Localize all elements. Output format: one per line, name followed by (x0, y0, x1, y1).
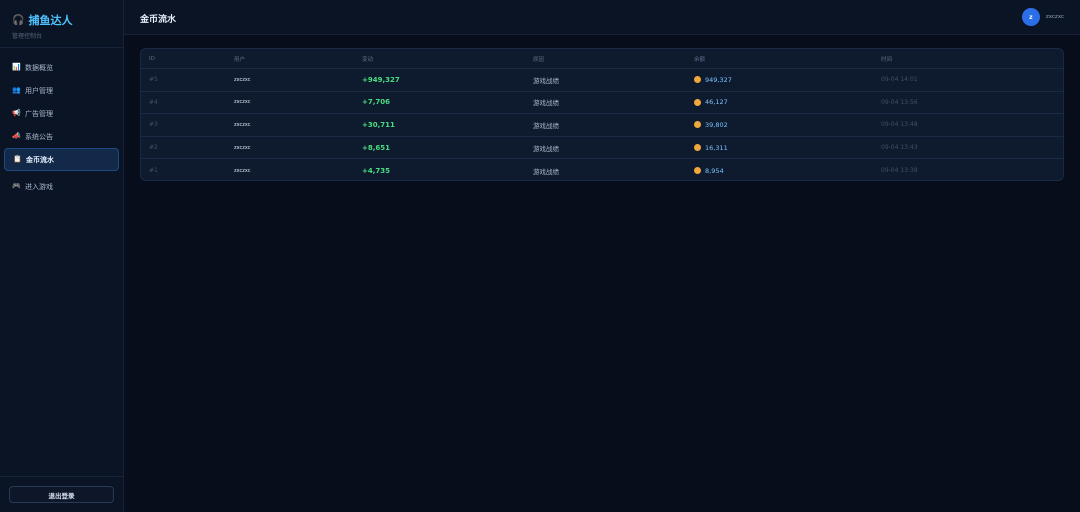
sidebar-item-label: 用户管理 (25, 86, 53, 95)
row-balance: 39,802 (694, 114, 728, 136)
sidebar-item-label: 广告管理 (25, 109, 53, 118)
sidebar-item-coin-ledger[interactable]: 📋 金币流水 (4, 148, 119, 171)
row-balance: 16,311 (694, 137, 728, 159)
table-row: #2 zxczxc +8,651 游戏战绩 16,311 09-04 13:43 (141, 137, 1063, 160)
row-change: +7,706 (362, 98, 391, 107)
sidebar-item-announcements[interactable]: 📣 系统公告 (4, 125, 119, 148)
column-header-change: 变动 (362, 56, 374, 63)
coin-icon (694, 98, 701, 106)
coin-icon (694, 76, 701, 84)
row-balance: 46,127 (694, 92, 728, 114)
row-reason: 游戏战绩 (533, 121, 559, 130)
sidebar-item-users[interactable]: 👥 用户管理 (4, 79, 119, 102)
row-time: 09-04 13:43 (881, 144, 918, 152)
column-header-reason: 原因 (533, 56, 545, 63)
announcement-icon: 📣 (12, 132, 21, 140)
app-subtitle: 管理控制台 (12, 33, 43, 40)
table-header: ID 用户 变动 原因 余额 时间 (141, 49, 1063, 69)
column-header-id: ID (149, 55, 155, 62)
column-header-balance: 余额 (694, 56, 706, 63)
table-row: #1 zxczxc +4,735 游戏战绩 8,954 09-04 13:38 (141, 159, 1063, 180)
sidebar-item-label: 金币流水 (26, 155, 54, 164)
table-row: #4 zxczxc +7,706 游戏战绩 46,127 09-04 13:56 (141, 92, 1063, 115)
coin-ledger-table: ID 用户 变动 原因 余额 时间 #5 zxczxc +949,327 游戏战… (140, 48, 1064, 181)
row-reason: 游戏战绩 (533, 99, 559, 108)
row-time: 09-04 14:01 (881, 76, 918, 84)
row-time: 09-04 13:56 (881, 98, 918, 106)
topbar: 金币流水 z zxczxc (124, 0, 1080, 35)
headset-icon: 🎧 (12, 15, 25, 26)
sidebar-nav: 📊 数据概览 👥 用户管理 📢 广告管理 📣 系统公告 📋 金币流水 🎮 进入游… (0, 48, 123, 198)
sidebar-item-label: 数据概览 (25, 63, 53, 72)
row-balance-value: 16,311 (705, 143, 728, 152)
row-time: 09-04 13:48 (881, 121, 918, 129)
row-balance: 949,327 (694, 69, 732, 91)
row-user: zxczxc (234, 144, 251, 151)
row-id: #1 (149, 167, 158, 175)
avatar[interactable]: z (1021, 8, 1040, 26)
bar-chart-icon: 📊 (12, 63, 21, 71)
users-icon: 👥 (12, 86, 21, 94)
row-time: 09-04 13:38 (881, 167, 918, 175)
coin-icon (694, 144, 701, 152)
row-balance-value: 39,802 (705, 120, 728, 129)
logout-button[interactable]: 退出登录 (9, 486, 114, 503)
brand: 🎧 捕鱼达人 管理控制台 (0, 0, 123, 48)
app-title: 捕鱼达人 (28, 14, 73, 27)
column-header-user: 用户 (234, 56, 246, 63)
coin-icon (694, 167, 701, 175)
table-row: #3 zxczxc +30,711 游戏战绩 39,802 09-04 13:4… (141, 114, 1063, 137)
sidebar-item-dashboard[interactable]: 📊 数据概览 (4, 56, 119, 79)
page-title: 金币流水 (140, 15, 177, 25)
row-user: zxczxc (234, 99, 251, 106)
row-reason: 游戏战绩 (533, 76, 559, 85)
gamepad-icon: 🎮 (12, 182, 21, 190)
megaphone-icon: 📢 (12, 109, 21, 117)
username: zxczxc (1045, 14, 1064, 20)
row-balance: 8,954 (694, 159, 724, 180)
row-change: +8,651 (362, 143, 391, 152)
row-user: zxczxc (234, 121, 251, 128)
row-balance-value: 46,127 (705, 98, 728, 107)
ledger-icon: 📋 (13, 155, 22, 163)
row-id: #2 (149, 144, 158, 152)
row-change: +949,327 (362, 75, 400, 84)
row-user: zxczxc (234, 167, 251, 174)
sidebar-item-enter-game[interactable]: 🎮 进入游戏 (4, 175, 119, 198)
row-balance-value: 949,327 (705, 75, 732, 84)
row-id: #3 (149, 121, 158, 129)
row-balance-value: 8,954 (705, 166, 724, 175)
sidebar-footer: 退出登录 (0, 476, 123, 512)
row-id: #5 (149, 76, 158, 84)
user-menu[interactable]: z zxczxc (1021, 8, 1064, 26)
sidebar-item-label: 系统公告 (25, 132, 53, 141)
coin-icon (694, 121, 701, 129)
row-reason: 游戏战绩 (533, 167, 559, 176)
sidebar-item-label: 进入游戏 (25, 182, 53, 191)
sidebar-item-ads[interactable]: 📢 广告管理 (4, 102, 119, 125)
column-header-time: 时间 (881, 56, 893, 63)
sidebar: 🎧 捕鱼达人 管理控制台 📊 数据概览 👥 用户管理 📢 广告管理 📣 系统公告… (0, 0, 124, 512)
row-change: +4,735 (362, 166, 391, 175)
row-reason: 游戏战绩 (533, 144, 559, 153)
row-id: #4 (149, 98, 158, 106)
row-user: zxczxc (234, 76, 251, 83)
row-change: +30,711 (362, 120, 395, 129)
table-row: #5 zxczxc +949,327 游戏战绩 949,327 09-04 14… (141, 69, 1063, 92)
